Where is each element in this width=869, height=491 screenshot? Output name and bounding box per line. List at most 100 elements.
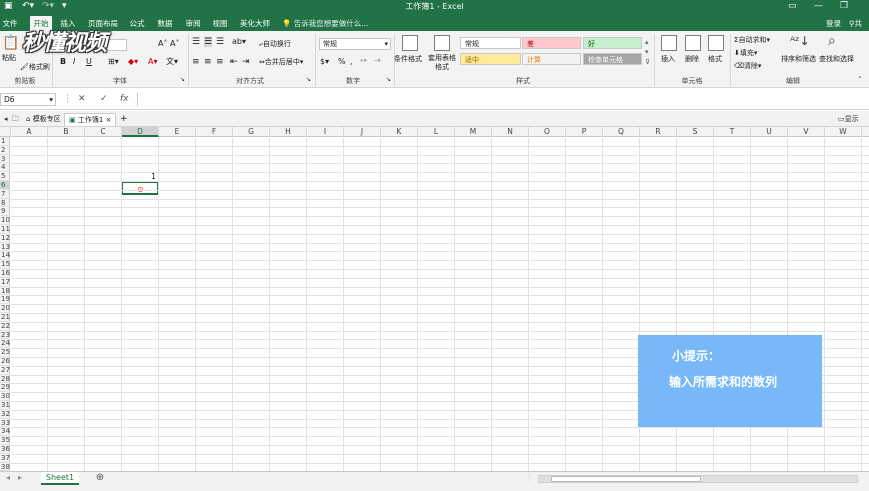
alignment-dialog-launcher-icon[interactable]: ↘	[306, 75, 311, 85]
tab-formulas[interactable]: 公式	[127, 16, 147, 31]
row-header-37[interactable]: 37	[0, 454, 10, 463]
row-header-24[interactable]: 24	[0, 339, 10, 349]
align-bottom-icon[interactable]: ☰	[216, 37, 224, 47]
enter-icon[interactable]: ✓	[100, 93, 108, 106]
row-header-11[interactable]: 11	[0, 225, 10, 234]
sort-filter-button[interactable]: 排序和筛选	[781, 54, 816, 64]
paste-button[interactable]: 粘贴	[2, 53, 16, 63]
number-format-select[interactable]: 常规 ▾	[319, 38, 391, 50]
wrap-text-button[interactable]: ⤶自动换行	[259, 39, 291, 49]
currency-icon[interactable]: $▾	[320, 57, 329, 67]
row-header-31[interactable]: 31	[0, 401, 10, 410]
row-header-15[interactable]: 15	[0, 260, 10, 269]
row-header-19[interactable]: 19	[0, 295, 10, 305]
row-header-21[interactable]: 21	[0, 313, 10, 322]
italic-button[interactable]: I	[73, 57, 75, 67]
row-header-36[interactable]: 36	[0, 445, 10, 454]
row-header-17[interactable]: 17	[0, 278, 10, 287]
column-header-v[interactable]: V	[788, 127, 825, 137]
align-middle-icon[interactable]: ☰	[204, 37, 213, 47]
tab-view[interactable]: 视图	[210, 16, 230, 31]
column-header-i[interactable]: I	[307, 127, 344, 137]
row-header-16[interactable]: 16	[0, 269, 10, 278]
column-header-r[interactable]: R	[640, 127, 677, 137]
tab-file[interactable]: 文件	[0, 16, 20, 31]
row-header-29[interactable]: 29	[0, 383, 10, 393]
clear-button[interactable]: ⌫清除▾	[734, 61, 761, 71]
row-header-13[interactable]: 13	[0, 243, 10, 252]
format-cells-button[interactable]: 格式	[708, 54, 722, 64]
collapse-ribbon-icon[interactable]: ˄	[858, 75, 862, 85]
style-calculation[interactable]: 计算	[522, 53, 581, 65]
active-cell-d6[interactable]: ⊙	[121, 181, 159, 195]
font-color-icon[interactable]: A▾	[148, 57, 158, 67]
row-header-35[interactable]: 35	[0, 436, 10, 445]
column-header-n[interactable]: N	[492, 127, 529, 137]
tell-me-box[interactable]: 💡 告诉我您想要做什么...	[282, 16, 368, 31]
styles-scroll-down-icon[interactable]: ▾	[645, 47, 649, 57]
styles-scroll-up-icon[interactable]: ▴	[645, 37, 649, 47]
align-right-icon[interactable]: ≡	[216, 57, 224, 67]
row-header-20[interactable]: 20	[0, 304, 10, 313]
autosum-button[interactable]: Σ自动求和▾	[734, 35, 770, 45]
increase-indent-icon[interactable]: ⇥	[242, 57, 250, 67]
merge-center-button[interactable]: ⇔合并后居中▾	[259, 57, 303, 67]
formula-input[interactable]	[137, 93, 869, 106]
row-header-4[interactable]: 4	[0, 163, 10, 173]
scrollbar-thumb[interactable]	[551, 476, 701, 482]
column-header-f[interactable]: F	[196, 127, 233, 137]
column-header-a[interactable]: A	[11, 127, 48, 137]
row-header-27[interactable]: 27	[0, 366, 10, 375]
format-table-button[interactable]: 套用表格格式	[426, 54, 458, 72]
decrease-decimal-icon[interactable]: ⁻⁰	[374, 57, 381, 67]
style-good[interactable]: 好	[583, 37, 642, 49]
styles-more-icon[interactable]: ⊽	[645, 57, 650, 67]
row-header-26[interactable]: 26	[0, 357, 10, 366]
borders-icon[interactable]: ⊞▾	[108, 57, 119, 67]
comma-icon[interactable]: ,	[350, 57, 353, 67]
decrease-font-icon[interactable]: A˅	[170, 39, 179, 49]
decrease-indent-icon[interactable]: ⇤	[230, 57, 238, 67]
increase-decimal-icon[interactable]: ⁺⁰	[360, 57, 367, 67]
insert-cells-button[interactable]: 插入	[661, 54, 675, 64]
row-header-3[interactable]: 3	[0, 155, 10, 164]
select-all-corner[interactable]	[0, 127, 11, 137]
tab-split-icon[interactable]: ⋮	[525, 473, 533, 482]
column-header-c[interactable]: C	[85, 127, 122, 137]
style-bad[interactable]: 差	[522, 37, 581, 49]
style-neutral[interactable]: 适中	[460, 53, 521, 65]
restore-icon[interactable]: ❐	[840, 0, 848, 13]
underline-button[interactable]: U	[86, 57, 92, 67]
share-button[interactable]: ⚲共享	[849, 16, 869, 43]
phonetic-icon[interactable]: 文▾	[166, 57, 178, 67]
percent-icon[interactable]: %	[338, 57, 346, 67]
increase-font-icon[interactable]: A˄	[158, 39, 167, 49]
column-header-l[interactable]: L	[418, 127, 455, 137]
minimize-icon[interactable]: —	[814, 0, 823, 13]
orientation-icon[interactable]: ab▾	[232, 37, 246, 47]
row-header-25[interactable]: 25	[0, 348, 10, 357]
row-header-10[interactable]: 10	[0, 216, 10, 225]
column-header-d[interactable]: D	[122, 127, 159, 137]
folder-icon[interactable]: 🗀	[8, 113, 23, 126]
fill-button[interactable]: ⬇填充▾	[734, 48, 757, 58]
column-header-m[interactable]: M	[455, 127, 492, 137]
insert-function-icon[interactable]: fx	[120, 93, 129, 106]
find-select-button[interactable]: 查找和选择	[819, 54, 854, 64]
show-multi-window-button[interactable]: ▭显示多窗	[834, 113, 869, 136]
row-header-22[interactable]: 22	[0, 322, 10, 331]
conditional-format-button[interactable]: 条件格式	[394, 54, 422, 64]
column-header-t[interactable]: T	[714, 127, 751, 137]
sheet-tab-sheet1[interactable]: Sheet1	[41, 472, 79, 485]
row-header-1[interactable]: 1	[0, 137, 10, 146]
login-link[interactable]: 登录	[826, 16, 841, 31]
horizontal-scrollbar[interactable]	[538, 475, 858, 483]
row-header-33[interactable]: 33	[0, 419, 10, 428]
align-left-icon[interactable]: ≡	[192, 57, 200, 67]
sheet-next-icon[interactable]: ▸	[18, 473, 22, 482]
ribbon-display-options-icon[interactable]: ▭	[788, 0, 797, 13]
column-header-g[interactable]: G	[233, 127, 270, 137]
align-top-icon[interactable]: ☰	[192, 37, 200, 47]
row-header-9[interactable]: 9	[0, 207, 10, 217]
column-header-h[interactable]: H	[270, 127, 307, 137]
